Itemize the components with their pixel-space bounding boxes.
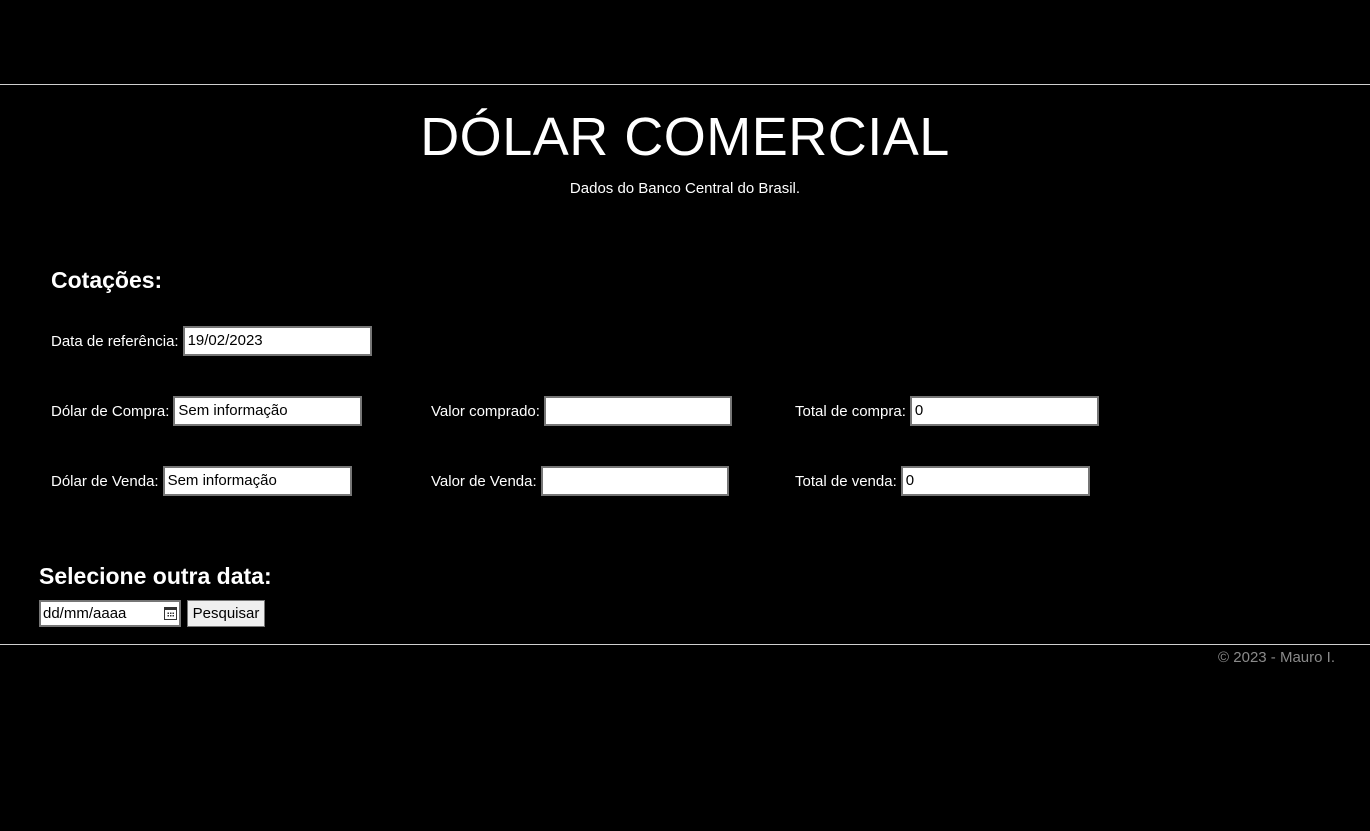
footer-divider [0, 644, 1370, 645]
sell-rate-label: Dólar de Venda: [51, 472, 159, 490]
sell-rate-input[interactable]: Sem informação [162, 466, 352, 496]
buy-rate-label: Dólar de Compra: [51, 402, 170, 420]
page-title: DÓLAR COMERCIAL [420, 107, 950, 167]
calendar-icon[interactable] [164, 607, 177, 620]
amount-sold-label: Valor de Venda: [431, 472, 537, 490]
reference-date-label: Data de referência: [51, 332, 179, 350]
amount-sold-field: Valor de Venda: [431, 466, 729, 496]
total-sell-field: Total de venda: 0 [795, 466, 1090, 496]
sell-rate-field: Dólar de Venda: Sem informação [51, 466, 352, 496]
reference-date-field: Data de referência: 19/02/2023 [51, 326, 372, 356]
total-buy-label: Total de compra: [795, 402, 906, 420]
footer-copyright: © 2023 - Mauro I. [1218, 649, 1335, 666]
total-buy-field: Total de compra: 0 [795, 396, 1099, 426]
amount-bought-label: Valor comprado: [431, 402, 540, 420]
total-sell-label: Total de venda: [795, 472, 897, 490]
date-search-heading: Selecione outra data: [39, 563, 272, 589]
reference-date-input[interactable]: 19/02/2023 [182, 326, 372, 356]
total-sell-input[interactable]: 0 [900, 466, 1090, 496]
buy-rate-input[interactable]: Sem informação [173, 396, 363, 426]
date-input[interactable]: dd/mm/aaaa [39, 600, 181, 627]
page-subtitle: Dados do Banco Central do Brasil. [569, 180, 801, 197]
search-button[interactable]: Pesquisar [187, 600, 265, 627]
header-divider [0, 84, 1370, 85]
amount-bought-field: Valor comprado: [431, 396, 732, 426]
date-input-placeholder: dd/mm/aaaa [43, 605, 127, 622]
amount-bought-input[interactable] [543, 396, 732, 426]
page: DÓLAR COMERCIAL Dados do Banco Central d… [0, 0, 1370, 831]
quotes-heading: Cotações: [51, 267, 163, 293]
total-buy-input[interactable]: 0 [909, 396, 1099, 426]
amount-sold-input[interactable] [540, 466, 729, 496]
buy-rate-field: Dólar de Compra: Sem informação [51, 396, 363, 426]
